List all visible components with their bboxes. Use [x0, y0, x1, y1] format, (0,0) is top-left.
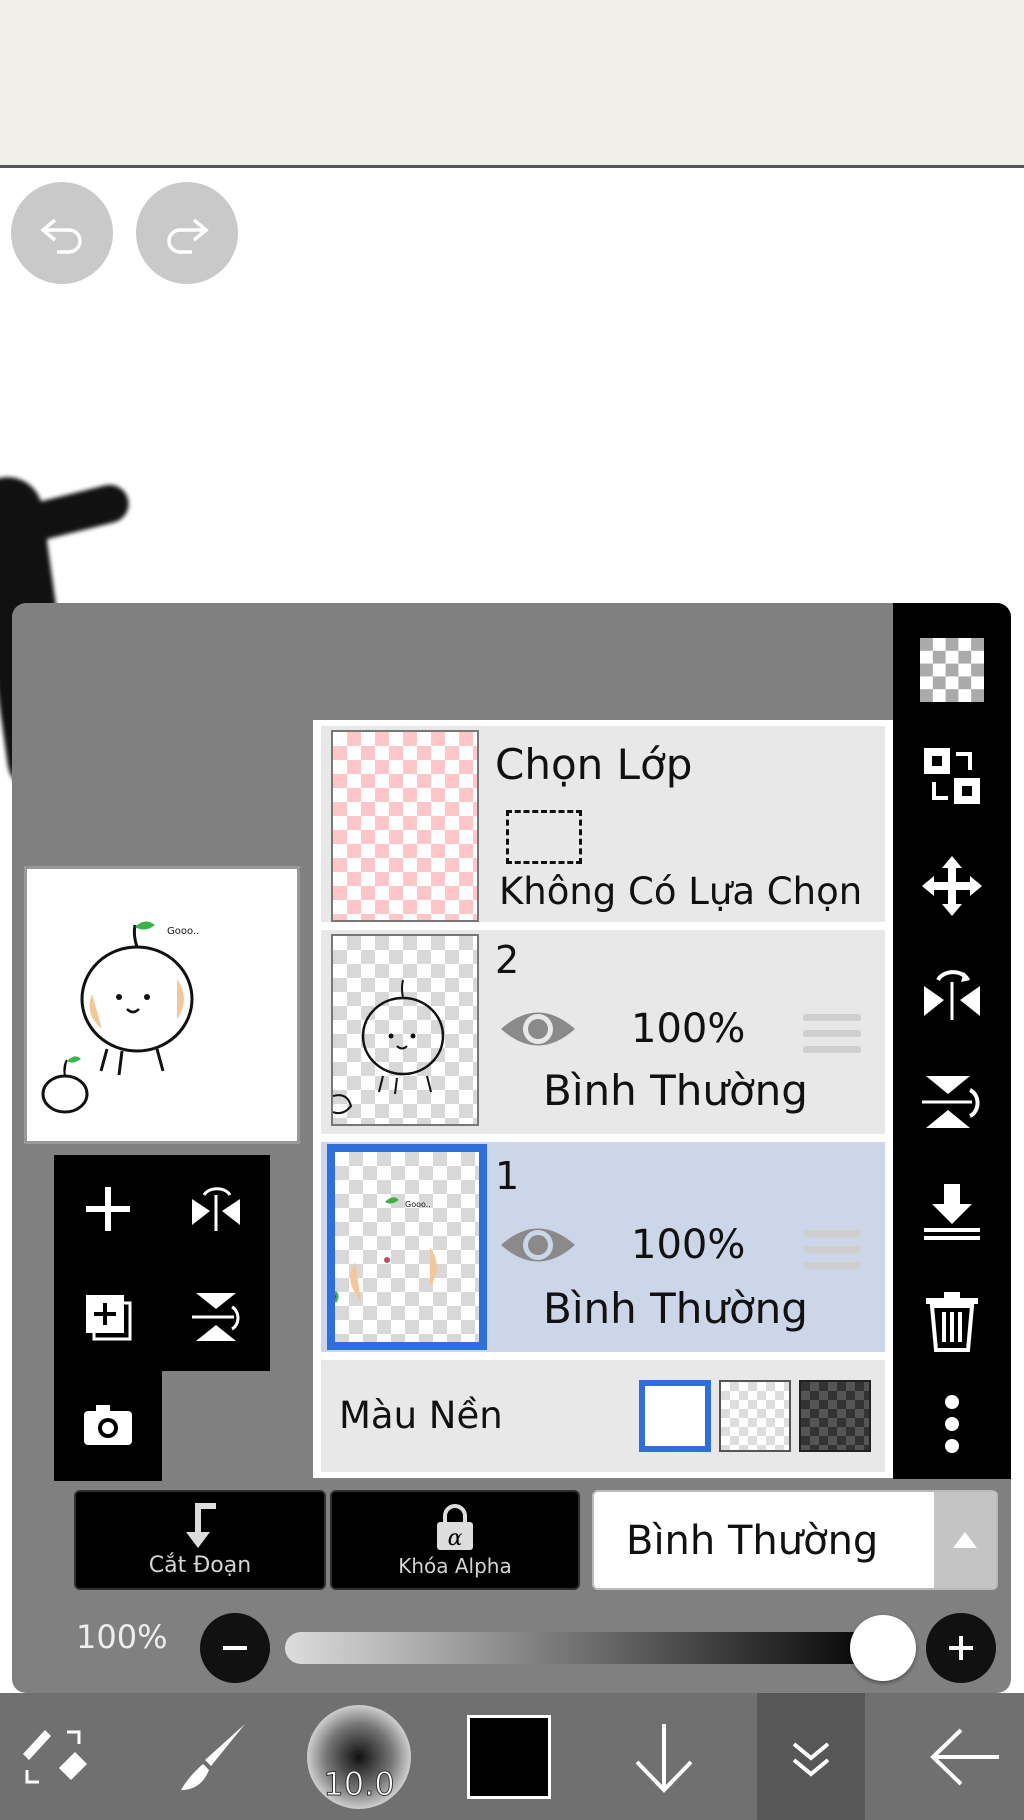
eye-icon — [501, 1228, 575, 1262]
eye-icon — [501, 1012, 575, 1046]
selection-marquee-icon — [506, 810, 582, 864]
background-color-label: Màu Nền — [339, 1394, 503, 1437]
svg-text:α: α — [448, 1526, 463, 1551]
add-layer-icon — [86, 1295, 132, 1341]
selection-layer-title: Chọn Lớp — [495, 740, 693, 789]
visibility-toggle[interactable] — [499, 1004, 577, 1058]
background-color-row: Màu Nền — [321, 1360, 885, 1472]
brush-eraser-swap-button[interactable] — [0, 1693, 108, 1820]
brush-tool-button[interactable] — [160, 1693, 268, 1820]
redo-icon — [167, 218, 209, 254]
layer-row[interactable]: 2 100% Bình Thường — [321, 930, 885, 1134]
redo-button[interactable] — [136, 182, 238, 284]
layer-opacity: 100% — [631, 1222, 746, 1268]
drag-handle-icon[interactable] — [803, 1014, 861, 1062]
trash-icon — [926, 1292, 978, 1352]
swap-icon — [924, 748, 980, 804]
minus-icon — [223, 1646, 247, 1650]
flip-horizontal-button[interactable] — [162, 1155, 270, 1263]
duplicate-layer-button[interactable] — [54, 1263, 162, 1371]
brush-icon — [181, 1723, 245, 1790]
alpha-lock-label: Khóa Alpha — [398, 1554, 512, 1578]
blend-mode-value: Bình Thường — [626, 1518, 879, 1564]
double-chevron-down-icon — [792, 1741, 830, 1777]
color-picker-button[interactable] — [455, 1693, 563, 1820]
svg-text:Gooo..: Gooo.. — [167, 926, 199, 937]
visibility-toggle[interactable] — [499, 1220, 577, 1274]
brush-size-value: 10.0 — [323, 1764, 395, 1803]
dropdown-arrow-icon — [934, 1492, 996, 1588]
opacity-value-label: 100% — [76, 1618, 168, 1656]
delete-layer-button[interactable] — [907, 1275, 997, 1365]
opacity-decrease-button[interactable] — [200, 1613, 270, 1683]
flip-layer-horizontal-button[interactable] — [907, 949, 997, 1039]
camera-icon — [84, 1405, 132, 1445]
drag-handle-icon[interactable] — [803, 1230, 861, 1278]
swap-layer-button[interactable] — [907, 731, 997, 821]
flip-horizontal-icon — [924, 970, 980, 1020]
layer-number: 1 — [495, 1154, 520, 1198]
opacity-slider-track[interactable] — [285, 1632, 885, 1664]
layer-panel: Gooo.. Chọn Lớp Không Có Lựa Chọn 2 100%… — [12, 603, 1011, 1693]
lock-icon: α — [437, 1504, 473, 1551]
clipping-arrow-icon — [186, 1503, 216, 1548]
background-white-swatch[interactable] — [639, 1380, 711, 1452]
selection-layer-row[interactable]: Chọn Lớp Không Có Lựa Chọn — [321, 726, 885, 922]
layer-opacity: 100% — [631, 1006, 746, 1052]
flip-horizontal-icon — [192, 1187, 240, 1231]
undo-button[interactable] — [11, 182, 113, 284]
canvas-preview: Gooo.. — [24, 866, 300, 1144]
clipping-button[interactable]: Cắt Đoạn — [74, 1490, 326, 1590]
move-layer-button[interactable] — [907, 841, 997, 931]
add-layer-button[interactable] — [54, 1155, 162, 1263]
clipping-label: Cắt Đoạn — [148, 1553, 252, 1578]
selection-layer-subtitle: Không Có Lựa Chọn — [499, 870, 863, 913]
opacity-increase-button[interactable] — [926, 1613, 996, 1683]
layer-panel-toggle-button[interactable] — [757, 1693, 865, 1820]
bottom-toolbar: 10.0 — [0, 1693, 1024, 1820]
move-down-button[interactable] — [610, 1693, 718, 1820]
merge-down-button[interactable] — [907, 1167, 997, 1257]
flip-vertical-icon — [192, 1293, 240, 1341]
selection-layer-thumbnail — [331, 730, 479, 922]
layer-blend-mode: Bình Thường — [543, 1284, 808, 1333]
back-button[interactable] — [910, 1693, 1018, 1820]
transparent-fill-button[interactable] — [907, 625, 997, 715]
layer-blend-mode: Bình Thường — [543, 1066, 808, 1115]
undo-icon — [40, 218, 82, 254]
arrow-down-icon — [635, 1723, 693, 1793]
top-toolbar — [0, 0, 1024, 168]
layer-thumbnail: Gooo.. — [327, 1144, 487, 1350]
background-dark-swatch[interactable] — [799, 1380, 871, 1452]
brush-eraser-swap-icon — [23, 1729, 87, 1783]
plus-icon — [86, 1187, 130, 1231]
checkerboard-icon — [920, 638, 984, 702]
arrow-left-icon — [930, 1728, 999, 1785]
flip-vertical-icon — [922, 1076, 980, 1128]
current-color-swatch — [467, 1714, 551, 1799]
svg-text:Gooo..: Gooo.. — [405, 1200, 431, 1209]
layer-number: 2 — [495, 938, 520, 982]
move-icon — [922, 856, 982, 916]
brush-size-preview: 10.0 — [307, 1704, 411, 1809]
layer-row-selected[interactable]: Gooo.. 1 100% Bình Thường — [321, 1142, 885, 1352]
brush-size-button[interactable]: 10.0 — [300, 1693, 418, 1820]
alpha-lock-button[interactable]: α Khóa Alpha — [330, 1490, 580, 1590]
plus-icon — [949, 1636, 973, 1660]
flip-vertical-button[interactable] — [162, 1263, 270, 1371]
merge-down-icon — [924, 1184, 980, 1240]
layer-side-toolbar — [893, 603, 1011, 1479]
more-icon — [945, 1395, 959, 1453]
background-transparent-swatch[interactable] — [719, 1380, 791, 1452]
layer-thumbnail — [331, 934, 479, 1126]
layer-list: Chọn Lớp Không Có Lựa Chọn 2 100% Bình T… — [313, 720, 893, 1478]
flip-layer-vertical-button[interactable] — [907, 1057, 997, 1147]
more-options-button[interactable] — [907, 1379, 997, 1469]
opacity-slider-knob[interactable] — [850, 1615, 916, 1681]
camera-button[interactable] — [54, 1371, 162, 1479]
blend-mode-dropdown[interactable]: Bình Thường — [592, 1490, 998, 1590]
